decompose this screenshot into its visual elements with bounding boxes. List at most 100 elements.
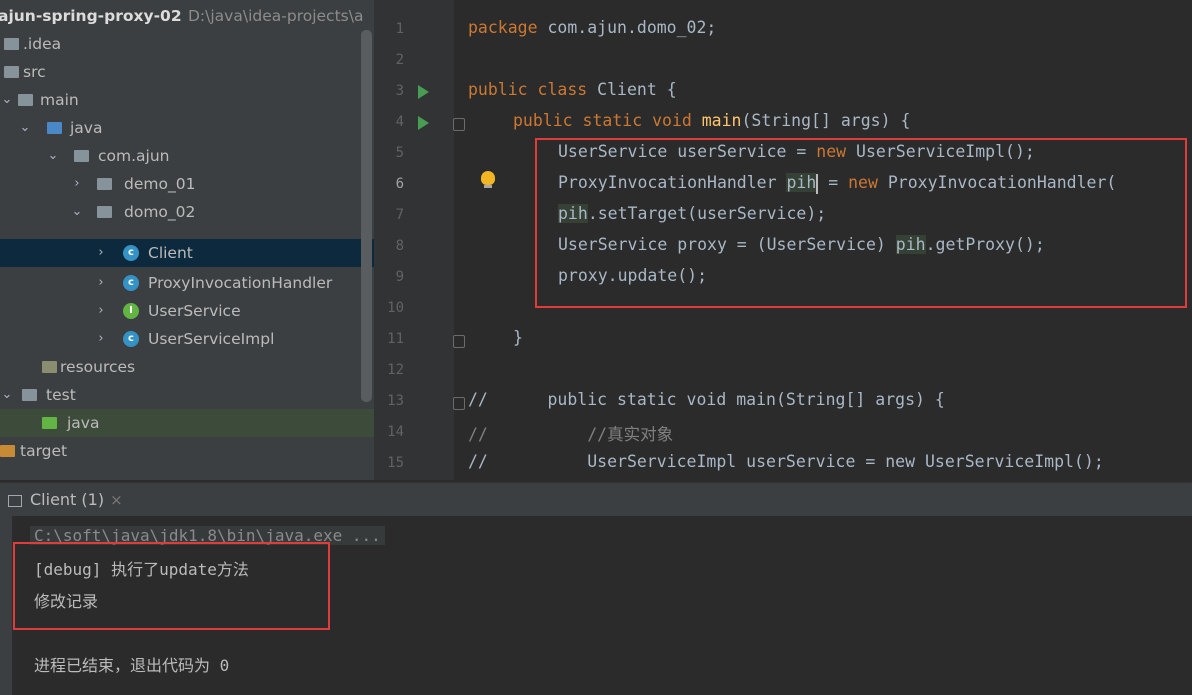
code-text: (String[] args) { (741, 111, 911, 130)
tree-item-label: demo_01 (124, 175, 196, 193)
run-tab-label: Client (1) (30, 490, 105, 509)
chevron-right-icon[interactable]: › (94, 325, 108, 353)
tree-item-domo-02[interactable]: ⌄ domo_02 (0, 198, 374, 226)
tree-item-label: java (67, 414, 100, 432)
console-toolbar (0, 516, 12, 695)
run-tab[interactable]: Client (1) × (8, 483, 123, 517)
tree-item-label: target (20, 442, 68, 460)
console-exit-message: 进程已结束，退出代码为 0 (34, 656, 230, 675)
chevron-down-icon[interactable]: ⌄ (0, 86, 14, 114)
code-line-3: public class Client { (468, 80, 677, 99)
line-number: 5 (395, 145, 404, 161)
class-icon: c (123, 245, 139, 261)
tree-item-label: resources (60, 358, 136, 376)
package-icon (97, 206, 112, 218)
line-number: 12 (387, 362, 404, 378)
chevron-right-icon[interactable]: › (94, 269, 108, 297)
tree-item-label: UserServiceImpl (148, 330, 275, 348)
lightbulb-icon[interactable] (481, 171, 495, 185)
tree-item-label: Client (148, 244, 193, 262)
code-line-11: } (513, 328, 523, 347)
tree-item-proxy-invocation-handler[interactable]: › c ProxyInvocationHandler (0, 269, 374, 297)
code-comment: // public static void main(String[] args… (468, 390, 945, 409)
folder-icon (4, 38, 19, 50)
line-number: 15 (387, 455, 404, 471)
tree-item-user-service[interactable]: › I UserService (0, 297, 374, 325)
interface-icon: I (123, 303, 139, 319)
chevron-right-icon[interactable]: › (70, 170, 84, 198)
code-method: main (701, 111, 742, 130)
source-folder-icon (47, 122, 62, 134)
tree-item-java[interactable]: ⌄ java (0, 114, 374, 142)
run-main-icon[interactable] (418, 116, 429, 130)
code-text: com.ajun.domo_02; (537, 18, 717, 37)
chevron-down-icon[interactable]: ⌄ (18, 114, 32, 142)
line-number: 8 (395, 238, 404, 254)
run-class-icon[interactable] (418, 85, 429, 99)
code-highlight-box (535, 138, 1187, 308)
tree-item-user-service-impl[interactable]: › c UserServiceImpl (0, 325, 374, 353)
tree-item-demo-01[interactable]: › demo_01 (0, 170, 374, 198)
line-number: 3 (395, 83, 404, 99)
console-icon (8, 494, 22, 507)
code-text: } (513, 328, 523, 347)
line-number: 4 (395, 114, 404, 130)
chevron-down-icon[interactable]: ⌄ (46, 142, 60, 170)
tree-item-label: main (40, 91, 79, 109)
code-keyword: package (468, 18, 538, 37)
tree-item-main[interactable]: ⌄ main (0, 86, 374, 114)
folder-icon (22, 389, 37, 401)
code-comment: // //真实对象 (468, 425, 674, 444)
class-icon: c (123, 331, 139, 347)
line-number: 7 (395, 207, 404, 223)
package-icon (97, 178, 112, 190)
tree-item-idea[interactable]: .idea (0, 30, 374, 58)
tree-item-com-ajun[interactable]: ⌄ com.ajun (0, 142, 374, 170)
resources-folder-icon (42, 361, 57, 373)
folder-icon (18, 94, 33, 106)
tree-item-test-java[interactable]: java (0, 409, 374, 437)
code-line-4: public static void main(String[] args) { (513, 111, 910, 130)
tree-scrollbar[interactable] (361, 30, 372, 402)
tree-item-label: UserService (148, 302, 241, 320)
line-number: 9 (395, 269, 404, 285)
tree-item-src[interactable]: src (0, 58, 374, 86)
line-number: 1 (395, 21, 404, 37)
line-number: 13 (387, 393, 404, 409)
output-highlight-box (13, 542, 330, 630)
lightbulb-base (484, 185, 492, 188)
line-number: 11 (387, 331, 404, 347)
code-line-14: // //真实对象 (468, 421, 673, 445)
chevron-right-icon[interactable]: › (94, 239, 108, 267)
tree-item-label: src (23, 63, 46, 81)
run-tool-header: Client (1) × (0, 482, 1192, 517)
folder-icon (4, 66, 19, 78)
fold-icon[interactable] (453, 118, 465, 131)
tree-item-label: ProxyInvocationHandler (148, 274, 333, 292)
fold-icon[interactable] (453, 335, 465, 348)
line-number: 14 (387, 424, 404, 440)
close-icon[interactable]: × (110, 491, 123, 509)
tree-item-target[interactable]: target (0, 437, 374, 465)
tree-root[interactable]: ajun-spring-proxy-02 D:\java\idea-projec… (0, 2, 374, 30)
chevron-down-icon[interactable]: ⌄ (70, 198, 84, 226)
chevron-down-icon[interactable]: ⌄ (0, 381, 14, 409)
package-icon (74, 150, 89, 162)
code-line-1: package com.ajun.domo_02; (468, 18, 716, 37)
project-tool-window: ajun-spring-proxy-02 D:\java\idea-projec… (0, 0, 374, 480)
excluded-folder-icon (0, 445, 15, 457)
tree-item-label: test (46, 386, 76, 404)
tree-item-client[interactable]: › c Client (0, 239, 374, 267)
line-number-current: 6 (395, 176, 404, 192)
test-source-folder-icon (42, 417, 57, 429)
line-number: 10 (387, 300, 404, 316)
line-number: 2 (395, 52, 404, 68)
fold-icon[interactable] (453, 397, 465, 410)
tree-item-test[interactable]: ⌄ test (0, 381, 374, 409)
chevron-right-icon[interactable]: › (94, 297, 108, 325)
code-keyword: public class (468, 80, 588, 99)
tree-item-resources[interactable]: resources (0, 353, 374, 381)
code-line-13: // public static void main(String[] args… (468, 390, 945, 409)
code-text: Client { (587, 80, 677, 99)
project-name: ajun-spring-proxy-02 (0, 7, 182, 25)
